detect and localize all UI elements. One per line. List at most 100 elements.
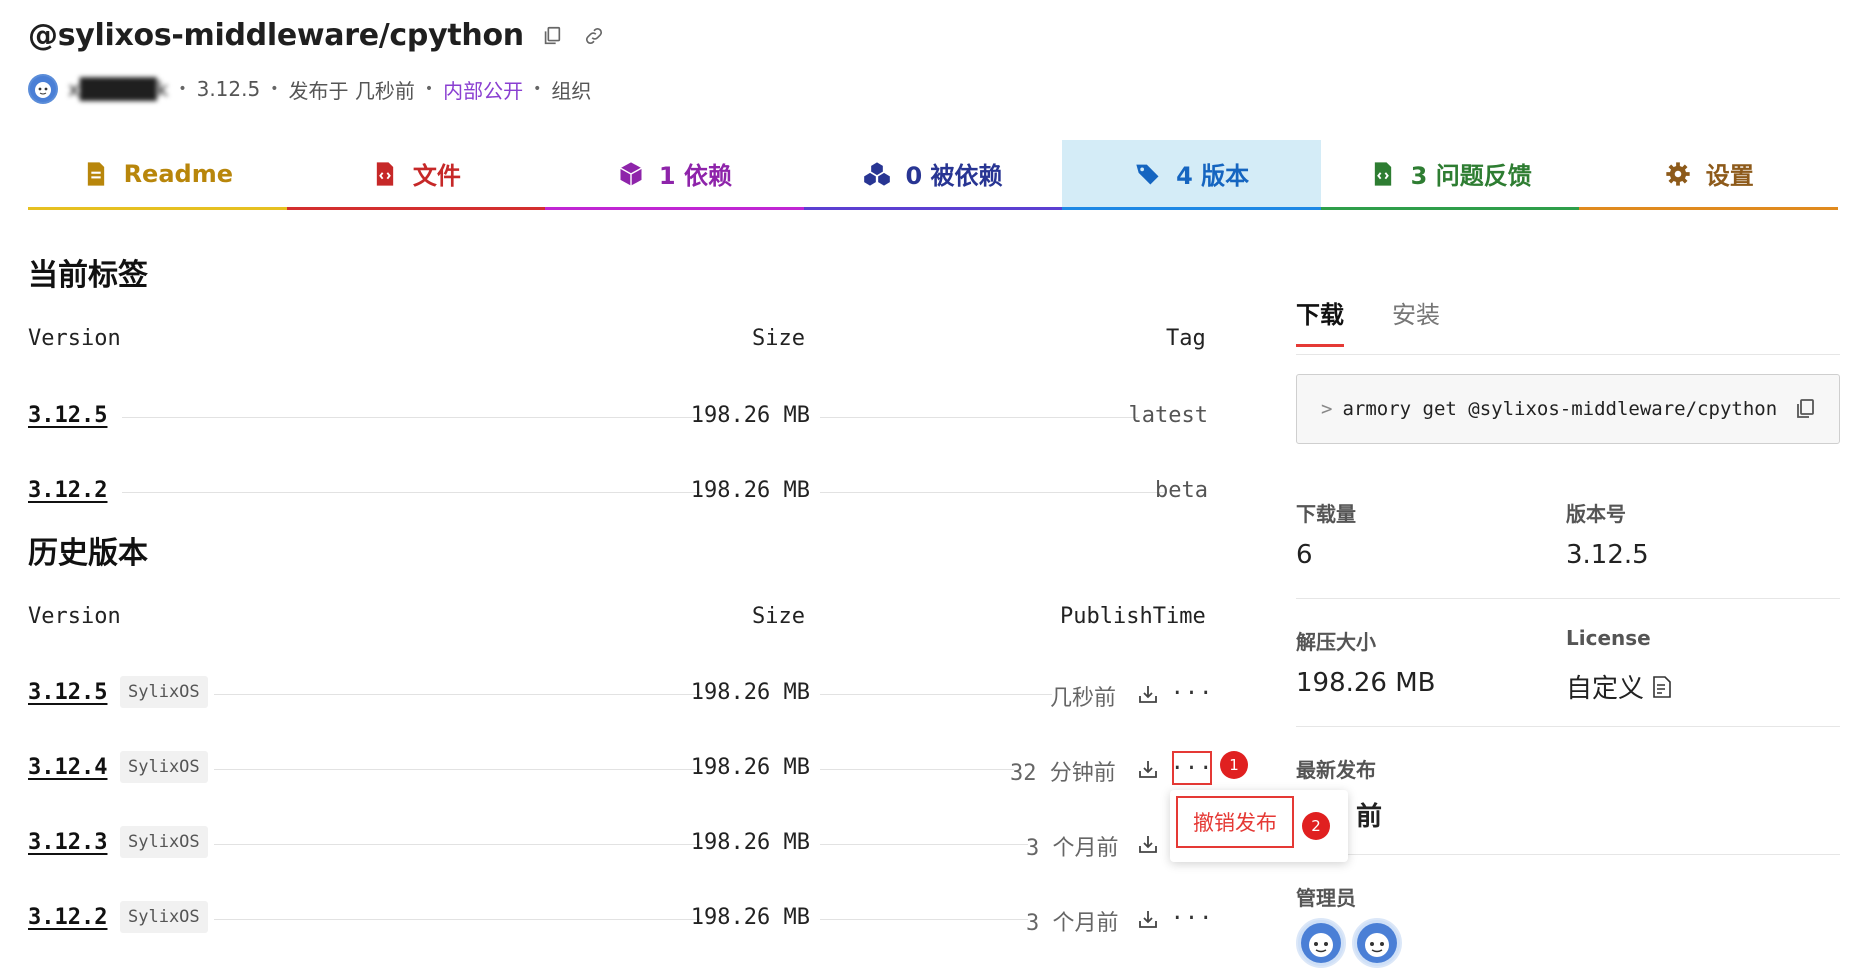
license-label: License	[1566, 626, 1651, 650]
publish-time: 3 个月前	[1026, 911, 1119, 936]
os-badge: SylixOS	[120, 901, 208, 933]
separator: •	[424, 81, 434, 97]
os-badge: SylixOS	[120, 826, 208, 858]
divider-line	[820, 694, 1052, 695]
tab-label: 4 版本	[1176, 162, 1250, 190]
cubes-icon	[864, 161, 891, 186]
latest-release-value: 前	[1356, 802, 1383, 832]
cube-icon	[620, 161, 642, 186]
step-marker-2: 2	[1302, 812, 1330, 840]
section-current-tags: 当前标签	[28, 258, 148, 293]
avatar[interactable]	[28, 74, 58, 104]
tab-settings[interactable]: 设置	[1579, 140, 1839, 210]
download-icon[interactable]	[1136, 682, 1160, 706]
version-link[interactable]: 3.12.5	[28, 403, 107, 428]
version-link[interactable]: 3.12.5	[28, 680, 107, 705]
visibility-label[interactable]: 内部公开	[443, 75, 523, 104]
divider	[1296, 726, 1840, 727]
tab-label: Readme	[123, 159, 233, 188]
table-row: 3.12.3 SylixOS 198.26 MB 3 个月前	[28, 824, 1208, 864]
unpacked-size-label: 解压大小	[1296, 630, 1376, 654]
owner-type: 组织	[551, 78, 592, 103]
step-marker-1: 1	[1220, 751, 1248, 779]
tab-download[interactable]: 下载	[1296, 295, 1344, 347]
download-icon[interactable]	[1136, 757, 1160, 781]
publish-time: 发布于 几秒前	[288, 78, 415, 103]
table-row: 3.12.5 198.26 MB latest	[28, 397, 1208, 437]
col-size: Size	[752, 326, 805, 351]
link-icon[interactable]	[580, 22, 608, 50]
more-actions-button[interactable]: ···	[1171, 751, 1212, 785]
sidebar-tabs: 下载 安装	[1296, 295, 1840, 355]
prompt-symbol: >	[1321, 398, 1333, 420]
separator: •	[178, 81, 187, 97]
col-version: Version	[28, 604, 121, 629]
admin-avatar[interactable]	[1352, 918, 1402, 968]
version-link[interactable]: 3.12.3	[28, 830, 107, 855]
size-value: 198.26 MB	[690, 755, 810, 780]
size-value: 198.26 MB	[690, 905, 810, 930]
package-header: @sylixos-middleware/cpython	[28, 18, 608, 53]
divider	[1296, 598, 1840, 599]
divider-line	[820, 844, 1028, 845]
version-link[interactable]: 3.12.4	[28, 755, 107, 780]
tab-readme[interactable]: Readme	[28, 140, 287, 210]
download-icon[interactable]	[1136, 832, 1160, 856]
package-title: @sylixos-middleware/cpython	[28, 18, 524, 53]
license-value: 自定义	[1566, 674, 1645, 704]
separator: •	[270, 81, 279, 97]
divider-line	[820, 417, 1138, 418]
tag-value: beta	[1155, 478, 1208, 503]
tab-issues[interactable]: 3 问题反馈	[1320, 140, 1580, 210]
tab-dependents[interactable]: 0 被依赖	[803, 140, 1063, 210]
tab-label: 文件	[412, 162, 461, 190]
divider-line	[122, 417, 700, 418]
license-file-icon[interactable]	[1652, 675, 1672, 699]
table-row: 3.12.2 198.26 MB beta	[28, 472, 1208, 512]
more-actions-button[interactable]: ···	[1171, 901, 1213, 935]
tab-versions[interactable]: 4 版本	[1062, 140, 1321, 210]
tab-label: 1 依赖	[658, 162, 732, 190]
col-size: Size	[752, 604, 805, 629]
downloads-value: 6	[1296, 540, 1313, 570]
admins-label: 管理员	[1296, 886, 1356, 910]
tab-install[interactable]: 安装	[1392, 295, 1440, 344]
col-tag: Tag	[1166, 326, 1206, 351]
tab-label: 设置	[1705, 162, 1754, 190]
size-value: 198.26 MB	[690, 403, 810, 428]
tab-dependencies[interactable]: 1 依赖	[545, 140, 804, 210]
size-value: 198.26 MB	[690, 680, 810, 705]
user-name[interactable]: x█████k	[68, 77, 168, 101]
admin-avatar[interactable]	[1296, 918, 1346, 968]
file-code-icon	[376, 161, 394, 186]
latest-release-label: 最新发布	[1296, 758, 1376, 782]
section-history: 历史版本	[28, 536, 148, 571]
package-version: 3.12.5	[196, 77, 261, 101]
download-icon[interactable]	[1136, 907, 1160, 931]
tab-label: 0 被依赖	[905, 162, 1003, 190]
license-row: 自定义	[1566, 668, 1672, 705]
install-command-box: > armory get @sylixos-middleware/cpython	[1296, 374, 1840, 444]
table-row: 3.12.4 SylixOS 198.26 MB 32 分钟前 ···	[28, 749, 1212, 789]
gear-icon	[1666, 161, 1690, 186]
publish-time: 3 个月前	[1026, 836, 1119, 861]
divider-line	[820, 919, 1028, 920]
downloads-label: 下载量	[1296, 502, 1356, 526]
publish-time: 32 分钟前	[1010, 761, 1116, 786]
table-row: 3.12.5 SylixOS 198.26 MB 几秒前 ···	[28, 674, 1212, 714]
more-actions-button[interactable]: ···	[1171, 676, 1213, 710]
install-command[interactable]: armory get @sylixos-middleware/cpython	[1342, 398, 1782, 420]
unpublish-menu-item[interactable]: 撤销发布	[1176, 796, 1294, 848]
version-link[interactable]: 3.12.2	[28, 478, 107, 503]
version-link[interactable]: 3.12.2	[28, 905, 107, 930]
tab-label: 3 问题反馈	[1410, 162, 1532, 190]
os-badge: SylixOS	[120, 751, 208, 783]
version-label: 版本号	[1566, 502, 1626, 526]
col-version: Version	[28, 326, 121, 351]
publish-time: 几秒前	[1050, 686, 1117, 711]
unpacked-size-value: 198.26 MB	[1296, 668, 1436, 698]
copy-icon[interactable]	[538, 22, 566, 50]
copy-icon[interactable]	[1793, 397, 1817, 421]
tab-files[interactable]: 文件	[286, 140, 546, 210]
size-value: 198.26 MB	[690, 830, 810, 855]
